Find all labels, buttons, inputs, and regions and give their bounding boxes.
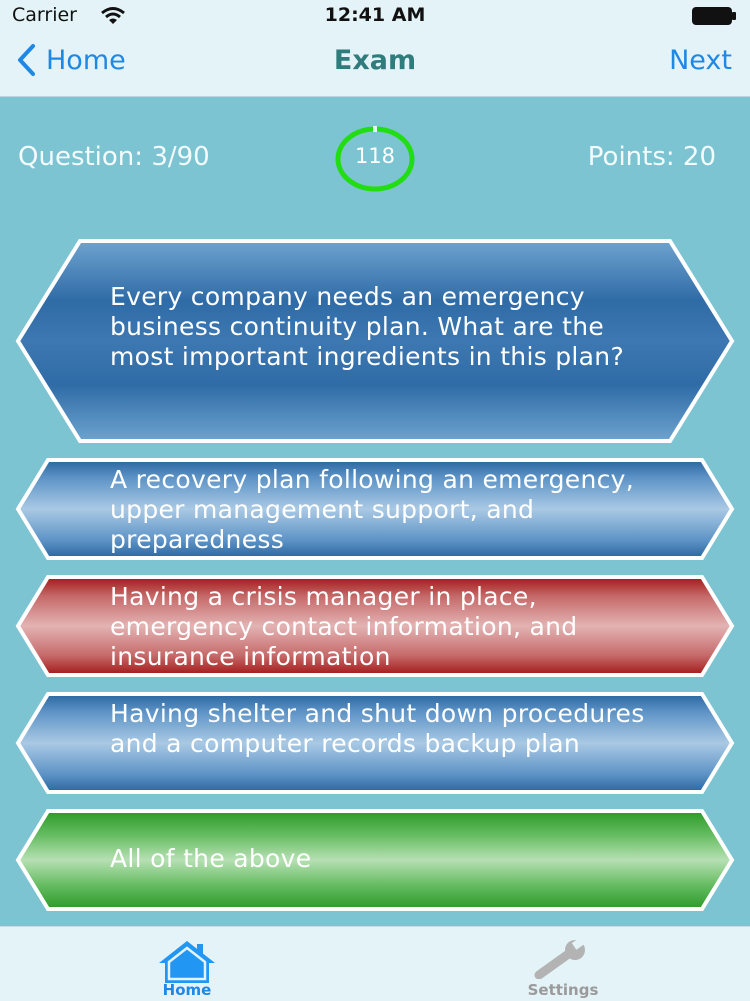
question-text: Every company needs an emergency busines… — [110, 282, 625, 371]
answer-option-3[interactable]: Having shelter and shut down procedures … — [14, 691, 736, 795]
tab-bar: Home Settings — [0, 926, 750, 1001]
answer-option-2[interactable]: Having a crisis manager in place, emerge… — [14, 574, 736, 678]
answer-text: Having shelter and shut down procedures … — [110, 699, 645, 758]
tab-home[interactable]: Home — [112, 927, 262, 1001]
house-icon — [159, 941, 215, 983]
tab-home-label: Home — [162, 981, 212, 999]
timer-value: 118 — [354, 144, 396, 168]
tab-settings-label: Settings — [527, 981, 599, 999]
battery-icon — [692, 7, 736, 25]
answer-option-4[interactable]: All of the above — [14, 808, 736, 912]
page-title: Exam — [333, 45, 417, 76]
points-counter: Points: 20 — [587, 142, 716, 172]
answer-text: A recovery plan following an emergency, … — [110, 465, 635, 554]
next-button[interactable]: Next — [669, 45, 732, 76]
answer-text: Having a crisis manager in place, emerge… — [110, 582, 578, 671]
answer-text: All of the above — [110, 844, 312, 873]
top-bar: Carrier 12:41 AM Home Exam Next — [0, 0, 750, 97]
status-time: 12:41 AM — [324, 4, 426, 26]
tab-settings[interactable]: Settings — [488, 927, 638, 1001]
question-counter: Question: 3/90 — [18, 142, 210, 172]
wrench-icon — [534, 939, 587, 979]
question-card: Every company needs an emergency busines… — [14, 238, 736, 444]
answer-option-1[interactable]: A recovery plan following an emergency, … — [14, 457, 736, 561]
